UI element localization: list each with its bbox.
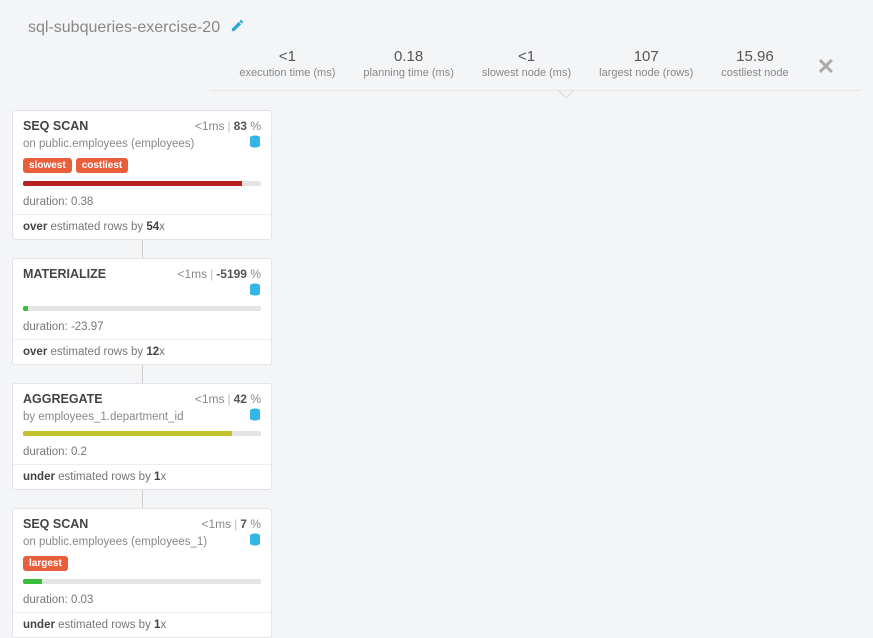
duration-bar-fill xyxy=(23,306,28,311)
node-timing: <1ms|83 % xyxy=(195,119,261,133)
node-pct: 83 xyxy=(234,119,247,133)
node-estimate: over estimated rows by 12x xyxy=(13,340,271,364)
node-tags: largest xyxy=(13,554,271,577)
stat-value: <1 xyxy=(482,48,571,65)
database-icon[interactable] xyxy=(249,408,261,425)
node-op: SEQ SCAN xyxy=(23,517,88,531)
plan-node[interactable]: SEQ SCAN <1ms|83 % on public.employees (… xyxy=(12,110,272,240)
node-subtitle-row: on public.employees (employees) xyxy=(13,135,271,156)
tag-largest: largest xyxy=(23,556,68,571)
node-time: <1ms xyxy=(177,267,207,281)
node-pct: 42 xyxy=(234,392,247,406)
duration-bar xyxy=(23,181,261,186)
plan-node[interactable]: AGGREGATE <1ms|42 % by employees_1.depar… xyxy=(12,383,272,490)
node-duration: duration: 0.38 xyxy=(13,190,271,214)
duration-bar-fill xyxy=(23,431,232,436)
node-time: <1ms xyxy=(195,392,225,406)
stat-largest-node: 107 largest node (rows) xyxy=(585,48,707,79)
est-val: 54 xyxy=(146,221,159,233)
stat-label: planning time (ms) xyxy=(363,67,453,79)
plan-node[interactable]: MATERIALIZE <1ms|-5199 % duration: -23.9… xyxy=(12,258,272,365)
est-prefix: under xyxy=(23,471,55,483)
stat-label: execution time (ms) xyxy=(239,67,335,79)
node-timing: <1ms|-5199 % xyxy=(177,267,261,281)
node-subtitle: by employees_1.department_id xyxy=(23,411,183,423)
node-estimate: under estimated rows by 1x xyxy=(13,613,271,637)
stat-slowest-node: <1 slowest node (ms) xyxy=(468,48,585,79)
duration-bar-fill xyxy=(23,579,42,584)
est-mid: estimated rows by xyxy=(47,221,146,233)
stat-execution-time: <1 execution time (ms) xyxy=(225,48,349,79)
edit-icon[interactable] xyxy=(230,18,245,38)
node-timing: <1ms|42 % xyxy=(195,392,261,406)
est-mid: estimated rows by xyxy=(47,346,146,358)
database-icon[interactable] xyxy=(249,283,261,300)
est-mid: estimated rows by xyxy=(55,471,154,483)
est-suffix: x xyxy=(160,471,166,483)
node-estimate: over estimated rows by 54x xyxy=(13,215,271,239)
node-subtitle-row xyxy=(13,283,271,304)
node-header: SEQ SCAN <1ms|83 % xyxy=(13,111,271,135)
stat-value: 0.18 xyxy=(363,48,453,65)
node-connector xyxy=(142,240,143,258)
pointer-icon xyxy=(558,90,574,98)
node-subtitle: on public.employees (employees_1) xyxy=(23,536,207,548)
node-op: SEQ SCAN xyxy=(23,119,88,133)
page-title: sql-subqueries-exercise-20 xyxy=(28,19,220,37)
node-op: AGGREGATE xyxy=(23,392,103,406)
node-pct: 7 xyxy=(240,517,247,531)
est-suffix: x xyxy=(159,346,165,358)
stat-costliest-node: 15.96 costliest node xyxy=(707,48,802,79)
tag-slowest: slowest xyxy=(23,158,72,173)
est-suffix: x xyxy=(159,221,165,233)
est-prefix: over xyxy=(23,346,47,358)
node-header: SEQ SCAN <1ms|7 % xyxy=(13,509,271,533)
close-icon[interactable]: ✕ xyxy=(803,48,841,80)
node-duration: duration: 0.03 xyxy=(13,588,271,612)
node-time: <1ms xyxy=(201,517,231,531)
duration-bar-fill xyxy=(23,181,242,186)
stat-value: 15.96 xyxy=(721,48,788,65)
node-duration: duration: -23.97 xyxy=(13,315,271,339)
node-tags: slowest costliest xyxy=(13,156,271,179)
stat-planning-time: 0.18 planning time (ms) xyxy=(349,48,467,79)
node-header: AGGREGATE <1ms|42 % xyxy=(13,384,271,408)
est-val: 12 xyxy=(146,346,159,358)
stat-label: slowest node (ms) xyxy=(482,67,571,79)
node-op: MATERIALIZE xyxy=(23,267,106,281)
stat-value: <1 xyxy=(239,48,335,65)
duration-bar xyxy=(23,306,261,311)
plan-node[interactable]: SEQ SCAN <1ms|7 % on public.employees (e… xyxy=(12,508,272,638)
est-prefix: over xyxy=(23,221,47,233)
duration-bar xyxy=(23,431,261,436)
tag-costliest: costliest xyxy=(76,158,129,173)
stat-label: costliest node xyxy=(721,67,788,79)
node-subtitle-row: by employees_1.department_id xyxy=(13,408,271,429)
stat-label: largest node (rows) xyxy=(599,67,693,79)
node-connector xyxy=(142,365,143,383)
node-timing: <1ms|7 % xyxy=(201,517,261,531)
node-duration: duration: 0.2 xyxy=(13,440,271,464)
duration-bar xyxy=(23,579,261,584)
stats-bar: <1 execution time (ms) 0.18 planning tim… xyxy=(210,46,861,91)
node-time: <1ms xyxy=(195,119,225,133)
stat-value: 107 xyxy=(599,48,693,65)
title-bar: sql-subqueries-exercise-20 xyxy=(0,0,873,46)
plan-column: SEQ SCAN <1ms|83 % on public.employees (… xyxy=(12,110,272,638)
node-connector xyxy=(142,490,143,508)
node-subtitle: on public.employees (employees) xyxy=(23,138,194,150)
database-icon[interactable] xyxy=(249,533,261,550)
node-subtitle-row: on public.employees (employees_1) xyxy=(13,533,271,554)
database-icon[interactable] xyxy=(249,135,261,152)
node-pct: -5199 xyxy=(216,267,247,281)
node-header: MATERIALIZE <1ms|-5199 % xyxy=(13,259,271,283)
node-estimate: under estimated rows by 1x xyxy=(13,465,271,489)
